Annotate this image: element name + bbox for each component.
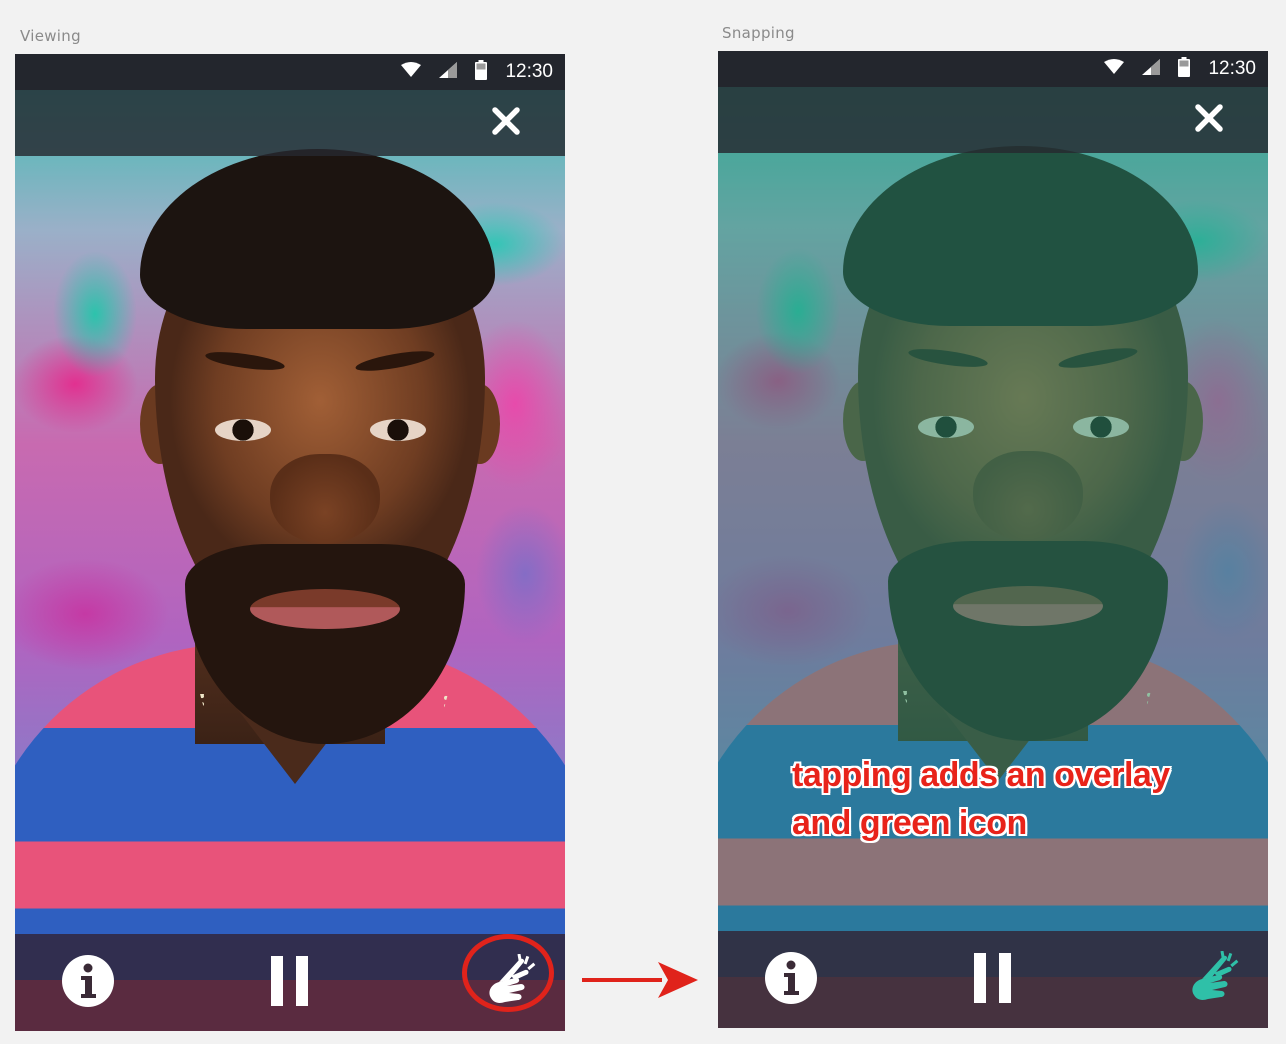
status-time: 12:30 — [505, 61, 553, 82]
close-icon — [491, 106, 521, 141]
pause-button[interactable] — [962, 949, 1024, 1011]
snap-button[interactable] — [1183, 949, 1245, 1011]
wifi-icon — [401, 61, 422, 83]
snap-overlay — [718, 51, 1268, 1028]
status-bar: 12:30 — [15, 54, 565, 90]
status-time: 12:30 — [1208, 58, 1256, 79]
close-button[interactable] — [487, 104, 525, 142]
close-icon — [1194, 103, 1224, 138]
frame-label-snapping: Snapping — [722, 24, 795, 42]
cell-signal-icon — [439, 61, 458, 83]
phone-viewing: 12:30 — [15, 54, 565, 1031]
info-button[interactable] — [760, 949, 822, 1011]
wifi-icon — [1104, 58, 1125, 80]
annotation-line-2: and green icon — [792, 804, 1027, 842]
info-icon — [61, 954, 115, 1013]
pause-icon — [271, 955, 309, 1011]
info-icon — [764, 951, 818, 1010]
frame-label-viewing: Viewing — [20, 27, 81, 45]
phone-snapping: 12:30 tapping adds an overlay and green … — [718, 51, 1268, 1028]
close-button[interactable] — [1190, 101, 1228, 139]
arrow-right-icon — [580, 958, 700, 1002]
highlight-circle — [462, 934, 554, 1012]
annotation-line-1: tapping adds an overlay — [792, 756, 1170, 794]
top-bar — [15, 90, 565, 156]
story-photo — [15, 54, 565, 1031]
pause-icon — [974, 952, 1012, 1008]
annotation-callout: tapping adds an overlay and green icon — [792, 751, 1170, 847]
info-button[interactable] — [57, 952, 119, 1014]
battery-icon — [1178, 56, 1191, 82]
status-bar: 12:30 — [718, 51, 1268, 87]
battery-icon — [475, 59, 488, 85]
finger-snap-icon — [1188, 950, 1240, 1010]
top-bar — [718, 87, 1268, 153]
cell-signal-icon — [1142, 58, 1161, 80]
pause-button[interactable] — [259, 952, 321, 1014]
bottom-bar — [718, 931, 1268, 1028]
